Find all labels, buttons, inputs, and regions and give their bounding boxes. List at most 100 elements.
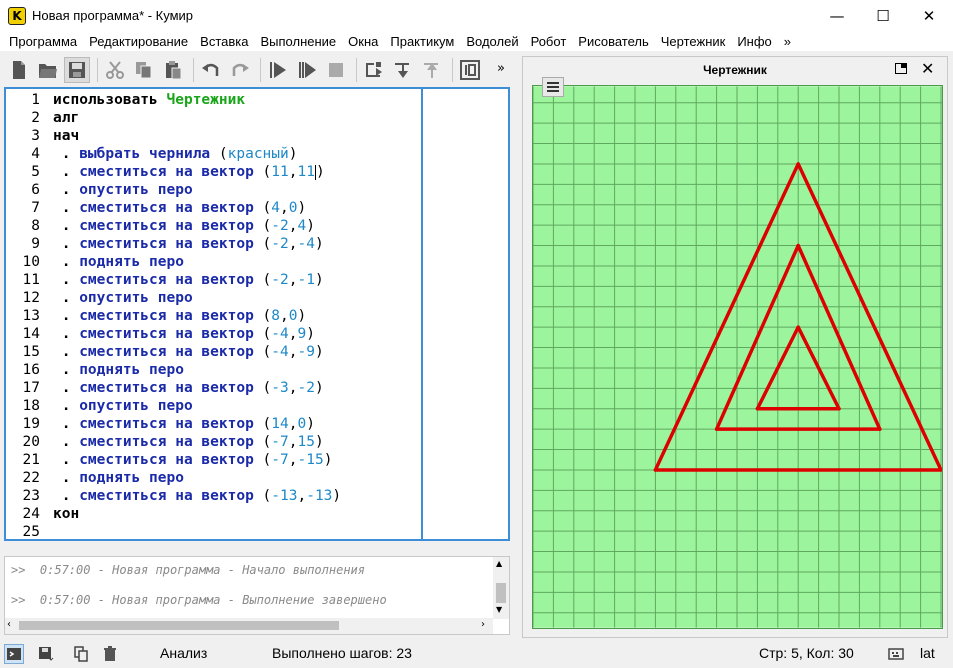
- menu-item[interactable]: Выполнение: [254, 34, 342, 49]
- code-line[interactable]: . сместиться на вектор (-2,4): [53, 217, 315, 235]
- indent-dot: .: [53, 218, 80, 234]
- toolbar-separator: [193, 58, 194, 82]
- code-line[interactable]: . выбрать чернила (красный): [53, 145, 298, 163]
- argument: 11: [297, 164, 315, 180]
- code-line[interactable]: . опустить перо: [53, 397, 193, 415]
- code-line[interactable]: . поднять перо: [53, 361, 184, 379]
- paren: ): [306, 416, 315, 432]
- code-line[interactable]: . сместиться на вектор (11,11): [53, 163, 325, 181]
- close-button[interactable]: ✕: [906, 0, 952, 31]
- run-button[interactable]: [265, 57, 291, 83]
- status-bar: Анализ Выполнено шагов: 23 Стр: 5, Кол: …: [0, 640, 953, 668]
- cut-button[interactable]: [102, 57, 128, 83]
- paren: ): [314, 272, 324, 288]
- drawer-title: Чертежник: [703, 63, 767, 77]
- code-line[interactable]: . сместиться на вектор (-4,9): [53, 325, 315, 343]
- scroll-left-icon[interactable]: ‹: [7, 619, 11, 630]
- paren: (: [253, 308, 272, 324]
- canvas-menu-button[interactable]: [542, 77, 564, 97]
- close-panel-icon[interactable]: ✕: [921, 59, 934, 78]
- code-line[interactable]: нач: [53, 127, 79, 145]
- drawing-canvas[interactable]: [532, 85, 943, 629]
- save-button[interactable]: [64, 57, 90, 83]
- clear-output-button[interactable]: [100, 644, 120, 664]
- code-line[interactable]: . сместиться на вектор (-3,-2): [53, 379, 324, 397]
- command: опустить перо: [79, 182, 193, 198]
- scroll-up-icon[interactable]: ▲: [496, 559, 502, 568]
- code-line[interactable]: . сместиться на вектор (-13,-13): [53, 487, 341, 505]
- menu-overflow[interactable]: »: [778, 34, 797, 49]
- code-editor[interactable]: 1 2 3 4 5 6 7 8 9 10 11 12 13 14 15 16 17 18 19 20 21 22 23 24 2…: [4, 87, 510, 541]
- code-line[interactable]: . поднять перо: [53, 253, 184, 271]
- menu-item[interactable]: Программа: [3, 34, 83, 49]
- step-over-button[interactable]: [361, 57, 387, 83]
- code-line[interactable]: . сместиться на вектор (-4,-9): [53, 343, 324, 361]
- code-line[interactable]: . сместиться на вектор (8,0): [53, 307, 307, 325]
- step-into-button[interactable]: [390, 57, 416, 83]
- code-line[interactable]: . сместиться на вектор (-7,-15): [53, 451, 333, 469]
- menu-item[interactable]: Робот: [525, 34, 573, 49]
- copy-button[interactable]: [131, 57, 157, 83]
- code-line[interactable]: кон: [53, 505, 79, 523]
- paren: (: [253, 416, 272, 432]
- line-number: 5: [31, 164, 40, 180]
- app-window: K Новая программа* - Кумир — ☐ ✕ Програм…: [0, 0, 953, 668]
- menu-item[interactable]: Редактирование: [83, 34, 194, 49]
- new-file-button[interactable]: [6, 57, 32, 83]
- code-line[interactable]: . сместиться на вектор (-2,-1): [53, 271, 324, 289]
- code-line[interactable]: . сместиться на вектор (-2,-4): [53, 235, 324, 253]
- indent-dot: .: [53, 146, 80, 162]
- code-line[interactable]: . сместиться на вектор (-7,15): [53, 433, 324, 451]
- code-line[interactable]: использовать Чертежник: [53, 91, 245, 109]
- terminal-toggle-button[interactable]: [4, 644, 24, 664]
- console-horizontal-scrollbar[interactable]: ‹ ›: [5, 618, 493, 634]
- steps-counter: Выполнено шагов: 23: [272, 645, 412, 661]
- menu-item[interactable]: Инфо: [731, 34, 777, 49]
- code-line[interactable]: . сместиться на вектор (14,0): [53, 415, 315, 433]
- code-line[interactable]: алг: [53, 109, 79, 127]
- paste-button[interactable]: [160, 57, 186, 83]
- run-steps-button[interactable]: [294, 57, 320, 83]
- comma: ,: [297, 488, 307, 504]
- console-line: >> 0:57:00 - Новая программа - Выполнени…: [11, 593, 387, 607]
- stop-button[interactable]: [323, 57, 349, 83]
- minimize-button[interactable]: —: [814, 0, 860, 31]
- float-panel-icon[interactable]: [895, 63, 907, 74]
- maximize-button[interactable]: ☐: [860, 0, 906, 31]
- command: сместиться на вектор: [79, 218, 254, 234]
- copy-output-button[interactable]: [72, 644, 92, 664]
- paren: ): [314, 434, 324, 450]
- menu-item[interactable]: Водолей: [460, 34, 524, 49]
- output-console[interactable]: >> 0:57:00 - Новая программа - Начало вы…: [4, 556, 510, 635]
- open-file-button[interactable]: [35, 57, 61, 83]
- line-number: 21: [22, 452, 40, 468]
- editor-margin-line[interactable]: [421, 89, 423, 539]
- toolbar-overflow-button[interactable]: »: [497, 61, 505, 76]
- menu-item[interactable]: Вставка: [194, 34, 254, 49]
- command: сместиться на вектор: [79, 452, 254, 468]
- menu-item[interactable]: Рисователь: [572, 34, 654, 49]
- redo-button[interactable]: [227, 57, 253, 83]
- indent-dot: .: [53, 398, 80, 414]
- menu-item[interactable]: Чертежник: [655, 34, 732, 49]
- code-line[interactable]: . опустить перо: [53, 289, 193, 307]
- scroll-down-icon[interactable]: ▼: [496, 605, 502, 614]
- menu-item[interactable]: Окна: [342, 34, 384, 49]
- menu-item[interactable]: Практикум: [384, 34, 460, 49]
- menu-bar: Программа Редактирование Вставка Выполнение…: [0, 31, 953, 51]
- undo-button[interactable]: [198, 57, 224, 83]
- vertical-scroll-thumb[interactable]: [496, 583, 506, 603]
- console-vertical-scrollbar[interactable]: ▲ ▼: [493, 557, 509, 619]
- step-over-icon: [366, 62, 382, 77]
- code-line[interactable]: . сместиться на вектор (4,0): [53, 199, 307, 217]
- horizontal-scroll-thumb[interactable]: [19, 621, 339, 630]
- code-line[interactable]: . поднять перо: [53, 469, 184, 487]
- variables-button[interactable]: [457, 57, 483, 83]
- code-area[interactable]: использовать Чертежник алг нач . выбрать ч…: [53, 89, 421, 539]
- save-icon: [69, 62, 85, 78]
- indent-dot: .: [53, 344, 80, 360]
- code-line[interactable]: . опустить перо: [53, 181, 193, 199]
- scroll-right-icon[interactable]: ›: [481, 619, 485, 630]
- step-out-button[interactable]: [419, 57, 445, 83]
- save-output-button[interactable]: [36, 644, 56, 664]
